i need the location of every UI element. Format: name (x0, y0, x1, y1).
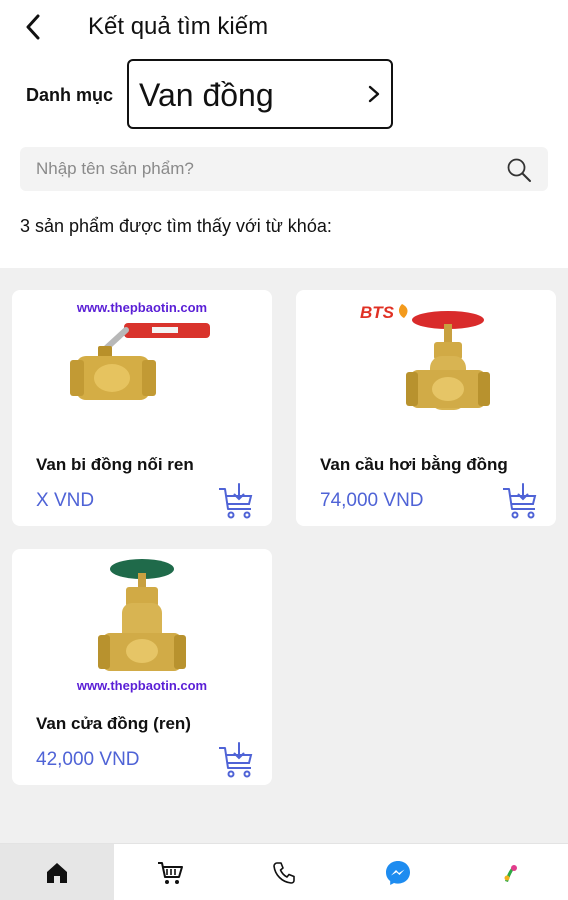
tab-zalo[interactable] (454, 844, 568, 900)
result-count: 3 sản phẩm được tìm thấy với từ khóa: (20, 216, 332, 236)
search-box (20, 147, 548, 191)
product-price: 42,000 VND (36, 749, 140, 770)
cart-icon (158, 861, 184, 884)
page-title: Kết quả tìm kiếm (88, 13, 269, 40)
product-name: Van bi đồng nối ren (36, 455, 194, 474)
phone-icon (273, 861, 295, 884)
home-icon (46, 862, 67, 883)
add-to-cart-icon[interactable] (216, 741, 256, 781)
header: Kết quả tìm kiếm (0, 0, 568, 56)
watermark-text: www.thepbaotin.com (76, 678, 207, 693)
back-button[interactable] (18, 12, 48, 42)
product-card[interactable]: www.thepbaotin.com Van bi đồng nối ren X… (12, 290, 272, 526)
category-value: Van đồng (139, 77, 274, 113)
tab-messenger[interactable] (341, 844, 455, 900)
product-image-globe-valve: BTS (360, 303, 490, 410)
zalo-icon (504, 864, 518, 882)
product-price: 74,000 VND (320, 490, 424, 511)
tab-phone[interactable] (227, 844, 341, 900)
search-input[interactable] (36, 147, 496, 191)
product-image-gate-valve: www.thepbaotin.com (76, 559, 207, 693)
chevron-left-icon (26, 14, 40, 40)
product-card[interactable]: BTS Van cầu hơi bằng đồng 74,000 VND (296, 290, 556, 526)
bottom-tab-bar (0, 843, 568, 900)
product-price: X VND (36, 490, 95, 511)
product-grid: www.thepbaotin.com Van bi đồng nối ren X… (0, 268, 568, 843)
add-to-cart-icon[interactable] (216, 482, 256, 522)
product-image-ball-valve: www.thepbaotin.com (70, 300, 210, 400)
product-card[interactable]: www.thepbaotin.com Van cửa đồng (ren) 42… (12, 549, 272, 785)
category-row: Danh mục Van đồng (0, 58, 568, 130)
category-label: Danh mục (26, 85, 114, 105)
watermark-text: BTS (360, 303, 395, 322)
tab-home[interactable] (0, 844, 114, 900)
search-icon[interactable] (506, 157, 532, 183)
product-name: Van cầu hơi bằng đồng (320, 455, 508, 474)
tab-cart[interactable] (114, 844, 228, 900)
add-to-cart-icon[interactable] (500, 482, 540, 522)
messenger-icon (385, 860, 410, 885)
product-name: Van cửa đồng (ren) (36, 714, 191, 733)
category-select[interactable]: Van đồng (127, 59, 393, 129)
chevron-right-icon (368, 85, 380, 103)
watermark-text: www.thepbaotin.com (76, 300, 207, 315)
